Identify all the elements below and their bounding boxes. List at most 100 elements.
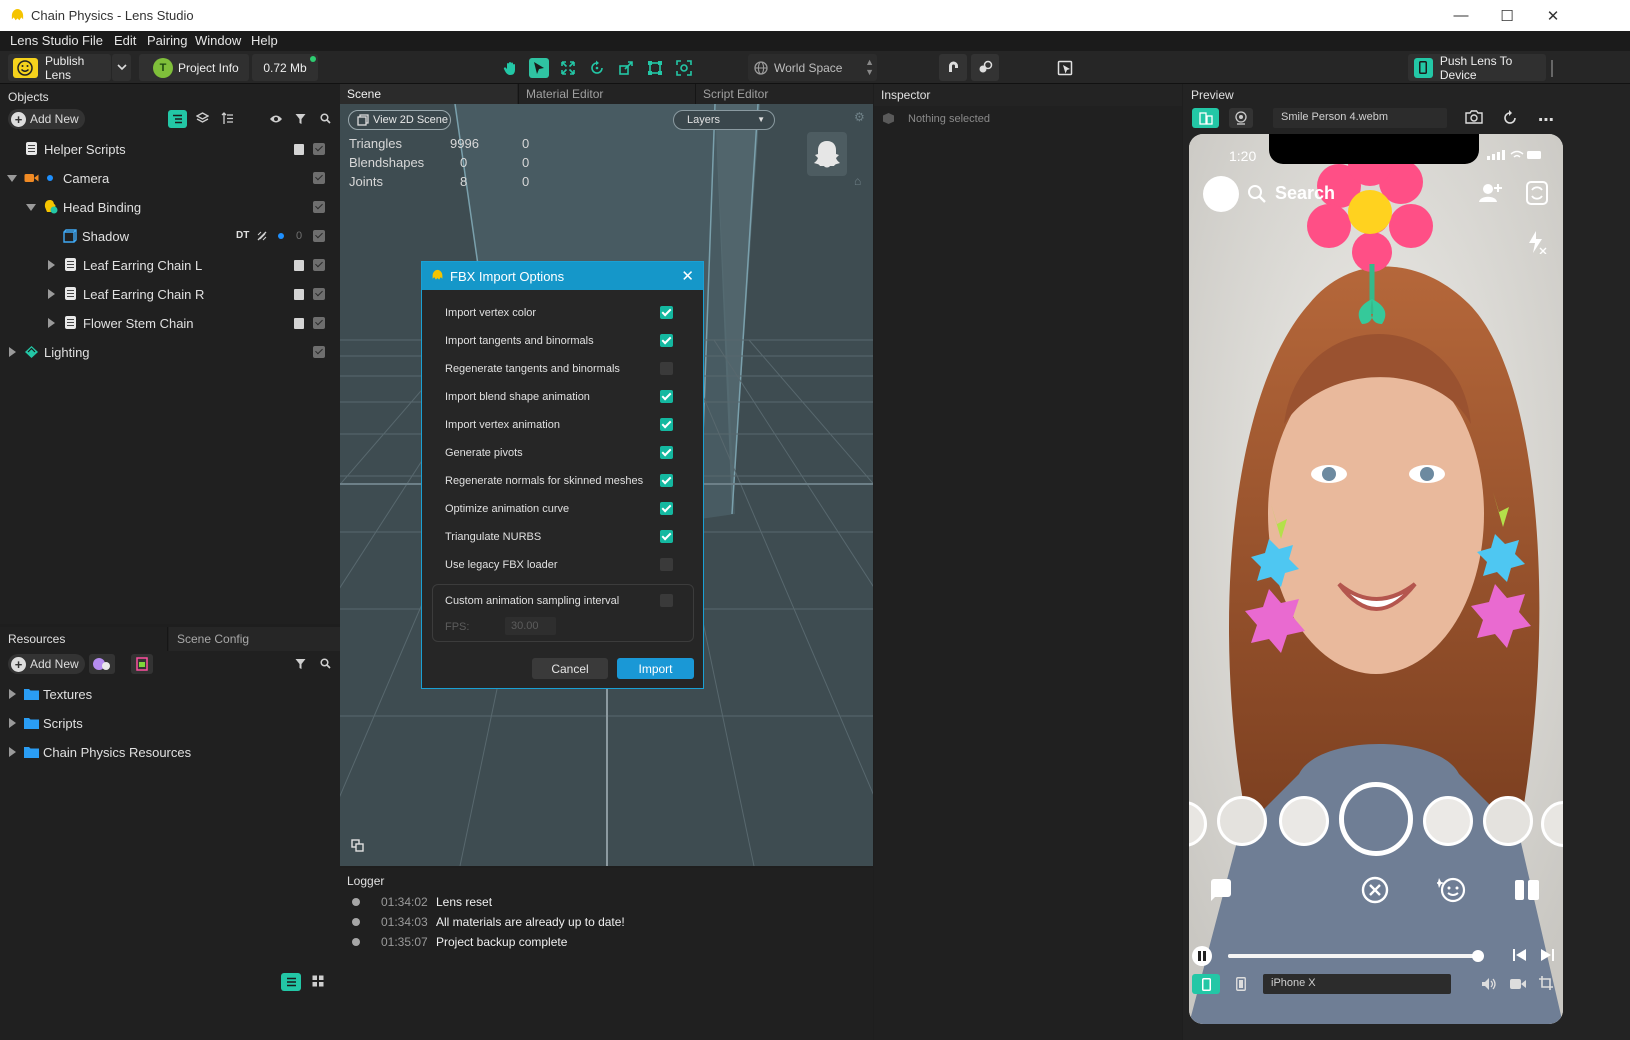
scene-settings-gear-icon[interactable]: ⚙ [854,110,865,124]
enabled-checkbox[interactable] [313,143,325,155]
tree-item-camera[interactable]: Camera [0,164,340,193]
enabled-checkbox[interactable] [313,317,325,329]
triangulate-nurbs-checkbox[interactable] [660,530,673,543]
fps-input[interactable]: 30.00 [505,617,556,635]
lens-carousel-item[interactable] [1423,796,1473,846]
publish-lens-button[interactable]: Publish Lens [8,54,111,82]
device-landscape-button[interactable] [1230,974,1252,994]
view-2d-scene-button[interactable]: View 2D Scene [348,110,451,130]
visibility-toggle-button[interactable] [269,114,283,124]
tree-item-leaf-earring-chain-r[interactable]: Leaf Earring Chain R [0,280,340,309]
tree-item-head-binding[interactable]: Head Binding [0,193,340,222]
regenerate-normals-checkbox[interactable] [660,474,673,487]
project-info-button[interactable]: T Project Info [139,54,249,81]
playback-scrubber[interactable] [1471,950,1484,962]
toolbar-handle[interactable] [1551,60,1553,77]
close-lens-icon[interactable] [1361,876,1389,904]
import-vertex-animation-checkbox[interactable] [660,418,673,431]
pause-button[interactable] [1192,946,1212,966]
resources-add-new-button[interactable]: + Add New [8,654,85,674]
expand-arrow-icon[interactable] [9,689,16,699]
expand-arrow-icon[interactable] [7,175,17,182]
rotate-tool-button[interactable] [587,58,607,78]
menu-edit[interactable]: Edit [114,33,136,48]
enabled-checkbox[interactable] [313,288,325,300]
lens-carousel-item[interactable] [1217,796,1267,846]
preview-mode-button[interactable] [1192,108,1219,128]
list-view-button[interactable] [281,973,301,991]
sort-view-button[interactable] [221,112,234,125]
record-video-icon[interactable] [1509,977,1527,991]
more-options-icon[interactable]: ⋯ [1538,110,1555,130]
scene-home-icon[interactable]: ⌂ [854,174,861,188]
expand-arrow-icon[interactable] [48,260,55,270]
import-vertex-color-checkbox[interactable] [660,306,673,319]
tab-scene-config[interactable]: Scene Config [169,627,340,651]
menu-pairing[interactable]: Pairing [147,33,187,48]
scale-tool-button[interactable] [616,58,636,78]
menu-file[interactable]: File [82,33,103,48]
enabled-checkbox[interactable] [313,172,325,184]
tree-item-helper-scripts[interactable]: Helper Scripts [0,135,340,164]
resource-folder-textures[interactable]: Textures [0,680,340,709]
flash-off-icon[interactable] [1525,230,1547,254]
playback-track[interactable] [1228,950,1484,962]
generate-pivots-checkbox[interactable] [660,446,673,459]
memories-icon[interactable] [1209,878,1233,902]
grid-view-button[interactable] [312,975,324,987]
dialog-close-button[interactable]: ✕ [681,267,694,285]
cancel-button[interactable]: Cancel [532,658,608,679]
snap-toggle-button[interactable] [939,54,967,81]
maximize-button[interactable]: ☐ [1484,0,1530,31]
tab-resources[interactable]: Resources [0,627,168,651]
stories-icon[interactable] [1513,878,1541,902]
objects-add-new-button[interactable]: + Add New [8,109,85,129]
minimize-button[interactable]: — [1438,0,1484,31]
regenerate-tangents-checkbox[interactable] [660,362,673,375]
expand-arrow-icon[interactable] [9,718,16,728]
collider-toggle-button[interactable] [971,54,999,81]
publish-dropdown-button[interactable] [112,54,131,81]
menu-lens-studio[interactable]: Lens Studio [10,33,79,48]
crop-icon[interactable] [1538,975,1554,991]
device-select[interactable]: iPhone X [1263,974,1451,994]
objects-filter-button[interactable] [295,113,306,125]
material-library-button[interactable] [89,654,115,674]
space-selector[interactable]: World Space ▲ ▼ [748,54,877,81]
expand-arrow-icon[interactable] [48,318,55,328]
enabled-checkbox[interactable] [313,259,325,271]
tab-script-editor[interactable]: Script Editor [695,84,873,104]
resource-folder-scripts[interactable]: Scripts [0,709,340,738]
tab-scene[interactable]: Scene [340,84,517,104]
expand-arrow-icon[interactable] [9,347,16,357]
resources-search-button[interactable] [320,658,331,669]
lens-carousel-item[interactable] [1279,796,1329,846]
select-tool-button[interactable] [529,58,549,78]
phone-search-label[interactable]: Search [1275,183,1335,204]
skip-forward-icon[interactable] [1540,948,1554,962]
tree-item-lighting[interactable]: Lighting [0,338,340,367]
phone-preview-screen[interactable]: 1:20 Search [1189,134,1563,1024]
optimize-animation-checkbox[interactable] [660,502,673,515]
import-button[interactable]: Import [617,658,694,679]
enabled-checkbox[interactable] [313,346,325,358]
skip-back-icon[interactable] [1513,948,1527,962]
objects-search-button[interactable] [320,113,331,124]
asset-library-button[interactable] [131,654,153,674]
preview-select-button[interactable] [1055,58,1075,78]
device-portrait-button[interactable] [1192,974,1220,994]
resource-folder-chain-physics[interactable]: Chain Physics Resources [0,738,340,767]
expand-arrow-icon[interactable] [26,204,36,211]
rect-tool-button[interactable] [645,58,665,78]
expand-arrow-icon[interactable] [9,747,16,757]
snapchat-camera-gizmo[interactable] [807,132,847,176]
custom-sampling-checkbox[interactable] [660,594,673,607]
enabled-checkbox[interactable] [313,201,325,213]
menu-help[interactable]: Help [251,33,278,48]
move-tool-button[interactable] [558,58,578,78]
add-friend-icon[interactable] [1477,180,1503,206]
bitmoji-avatar[interactable] [1203,176,1239,212]
menu-window[interactable]: Window [195,33,241,48]
pan-tool-button[interactable] [501,58,521,78]
video-source-select[interactable]: Smile Person 4.webm [1273,108,1447,128]
